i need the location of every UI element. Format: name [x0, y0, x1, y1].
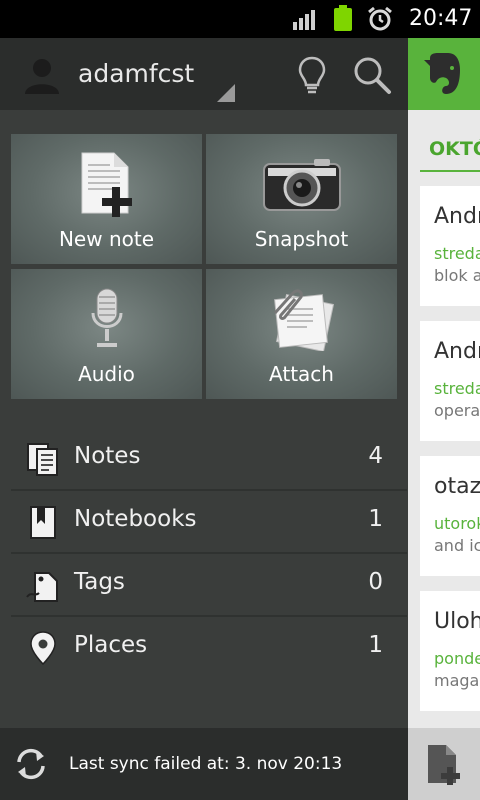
- add-note-icon[interactable]: [426, 743, 462, 785]
- lightbulb-icon[interactable]: [297, 55, 327, 95]
- place-pin-icon: [30, 631, 56, 666]
- notes-pane-header[interactable]: [408, 38, 480, 110]
- nav-item-notebooks[interactable]: Notebooks 1: [11, 490, 407, 554]
- audio-label: Audio: [78, 362, 135, 386]
- account-username[interactable]: adamfcst: [78, 59, 194, 88]
- attach-label: Attach: [269, 362, 334, 386]
- notes-pane-footer: [408, 728, 480, 800]
- search-icon[interactable]: [352, 55, 392, 95]
- notes-list-pane[interactable]: OKTÓ Andr streda blok a Andr streda oper…: [408, 38, 480, 800]
- date-header-divider: [420, 170, 480, 172]
- note-card[interactable]: otaz utorok and ic: [420, 456, 480, 576]
- note-card[interactable]: Andr streda opera: [420, 321, 480, 441]
- account-dropdown-icon[interactable]: [217, 84, 235, 102]
- nav-item-count: 1: [368, 506, 383, 532]
- nav-item-label: Tags: [74, 569, 125, 595]
- attach-button[interactable]: Attach: [206, 269, 397, 399]
- signal-strength-icon: [293, 8, 319, 30]
- note-date: ponde: [434, 649, 480, 668]
- paperclip-icon: [273, 289, 335, 351]
- note-title: Andr: [434, 339, 480, 364]
- note-date: streda: [434, 244, 480, 263]
- user-avatar-icon: [25, 59, 59, 94]
- navigation-drawer: adamfcst New note Snapshot Audio Attach …: [0, 38, 408, 800]
- snapshot-button[interactable]: Snapshot: [206, 134, 397, 264]
- nav-item-notes[interactable]: Notes 4: [11, 427, 407, 491]
- note-title: Andr: [434, 204, 480, 229]
- note-title: Uloh: [434, 609, 480, 634]
- camera-icon: [263, 159, 341, 211]
- note-title: otaz: [434, 474, 480, 499]
- alarm-clock-icon: [368, 6, 392, 31]
- nav-item-label: Places: [74, 632, 148, 658]
- new-note-label: New note: [58, 227, 155, 251]
- evernote-elephant-icon[interactable]: [422, 50, 464, 98]
- account-header: adamfcst: [0, 38, 408, 110]
- nav-item-label: Notes: [74, 443, 141, 469]
- note-date: streda: [434, 379, 480, 398]
- new-note-button[interactable]: New note: [11, 134, 202, 264]
- note-snippet: magaz: [434, 671, 480, 690]
- tag-icon: [26, 572, 58, 602]
- note-card[interactable]: Uloh ponde magaz: [420, 591, 480, 711]
- note-snippet: and ic: [434, 536, 480, 555]
- notes-date-header: OKTÓ: [429, 138, 480, 160]
- nav-item-count: 4: [368, 443, 383, 469]
- snapshot-label: Snapshot: [254, 227, 349, 251]
- note-snippet: blok a: [434, 266, 480, 285]
- sync-icon[interactable]: [14, 747, 48, 781]
- notebook-icon: [30, 506, 56, 539]
- sync-status-text: Last sync failed at: 3. nov 20:13: [69, 754, 343, 774]
- note-snippet: opera: [434, 401, 480, 420]
- nav-item-tags[interactable]: Tags 0: [11, 553, 407, 617]
- nav-item-places[interactable]: Places 1: [11, 616, 407, 678]
- new-note-icon: [81, 152, 132, 217]
- battery-icon: [334, 5, 352, 31]
- note-card[interactable]: Andr streda blok a: [420, 186, 480, 306]
- status-time: 20:47: [409, 6, 473, 31]
- microphone-icon: [91, 288, 123, 347]
- audio-button[interactable]: Audio: [11, 269, 202, 399]
- nav-item-label: Notebooks: [74, 506, 197, 532]
- notes-icon: [27, 443, 58, 476]
- sync-status-bar[interactable]: Last sync failed at: 3. nov 20:13: [0, 728, 408, 800]
- nav-item-count: 0: [368, 569, 383, 595]
- nav-item-count: 1: [368, 632, 383, 658]
- status-bar: 20:47: [0, 0, 480, 38]
- note-date: utorok: [434, 514, 480, 533]
